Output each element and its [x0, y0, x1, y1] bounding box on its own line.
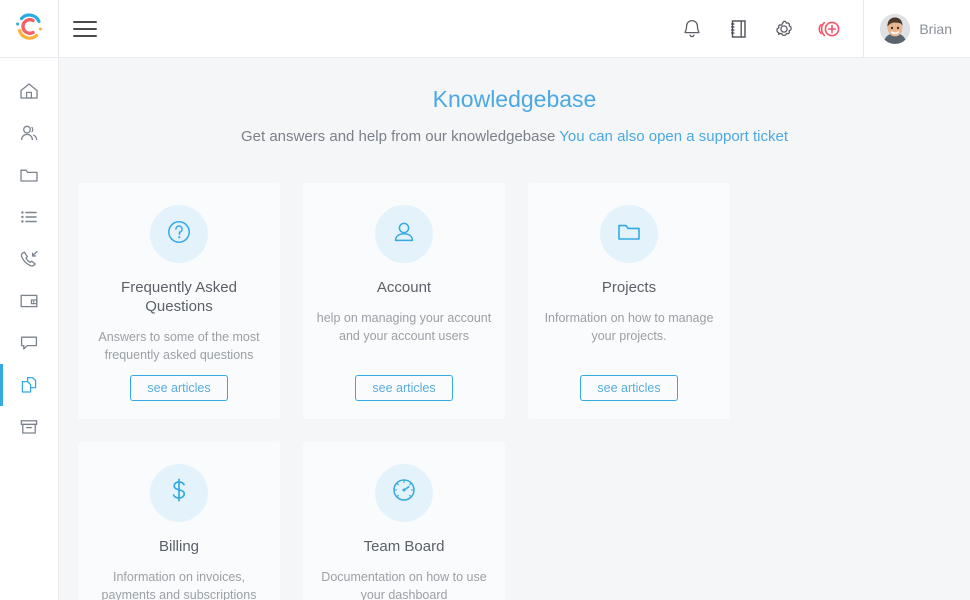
see-articles-button[interactable]: see articles: [355, 374, 453, 401]
wallet-icon: [17, 289, 41, 313]
list-icon: [17, 205, 41, 229]
card-description: help on managing your account and your a…: [316, 310, 492, 343]
hamburger-menu-button[interactable]: [59, 0, 111, 57]
top-bar-icon-group: [679, 0, 863, 57]
body-row: Knowledgebase Get answers and help from …: [0, 58, 970, 600]
sidebar-item-calls[interactable]: [0, 238, 58, 280]
hamburger-menu-icon: [73, 20, 97, 37]
gear-icon[interactable]: [771, 16, 797, 42]
speedometer-icon: [389, 475, 419, 510]
card-billing[interactable]: Billing Information on invoices, payment…: [78, 441, 280, 600]
dollar-sign-icon: [164, 475, 194, 510]
sidebar-item-tasks[interactable]: [0, 196, 58, 238]
top-bar-spacer: [111, 0, 679, 57]
card-description: Information on how to manage your projec…: [544, 310, 714, 343]
chat-icon: [17, 331, 41, 355]
see-articles-button[interactable]: see articles: [580, 374, 678, 401]
sidebar-item-home[interactable]: [0, 70, 58, 112]
page-title: Knowledgebase: [432, 86, 597, 112]
card-icon-wrap: [150, 463, 208, 522]
sidebar: [0, 58, 59, 600]
sidebar-item-contacts[interactable]: [0, 112, 58, 154]
home-icon: [17, 79, 41, 103]
card-title: Team Board: [363, 537, 445, 555]
bell-icon[interactable]: [679, 16, 705, 42]
user-menu[interactable]: Brian: [863, 0, 970, 57]
new-call-icon[interactable]: [817, 16, 843, 42]
folder-icon: [614, 217, 644, 252]
archive-icon: [17, 415, 41, 439]
see-articles-button[interactable]: see articles: [130, 374, 228, 401]
company-logo: [12, 9, 46, 48]
question-mark-circle-icon: [164, 217, 194, 252]
card-faq[interactable]: Frequently Asked Questions Answers to so…: [78, 183, 280, 419]
contacts-icon: [17, 121, 41, 145]
user-name: Brian: [919, 20, 952, 37]
support-ticket-link[interactable]: You can also open a support ticket: [559, 128, 788, 145]
knowledgebase-card-grid: Frequently Asked Questions Answers to so…: [59, 145, 970, 600]
sidebar-item-knowledgebase[interactable]: [0, 364, 58, 406]
card-projects[interactable]: Projects Information on how to manage yo…: [528, 183, 730, 419]
card-title: Account: [376, 279, 432, 296]
card-title: Frequently Asked Questions: [121, 279, 237, 315]
sidebar-item-messages[interactable]: [0, 322, 58, 364]
card-description: Answers to some of the most frequently a…: [98, 329, 260, 362]
card-icon-wrap: [150, 205, 208, 263]
page-subtitle-text: Get answers and help from our knowledgeb…: [240, 128, 560, 145]
card-icon-wrap: [375, 463, 433, 522]
card-title: Projects: [601, 279, 657, 296]
card-icon-wrap: [600, 205, 658, 263]
logo-cell[interactable]: [0, 0, 59, 57]
page-subtitle: Get answers and help from our knowledgeb…: [59, 128, 970, 145]
phone-incoming-icon: [17, 247, 41, 271]
documents-icon: [17, 373, 41, 397]
top-bar: Brian: [0, 0, 970, 58]
folder-icon: [17, 163, 41, 187]
user-icon: [389, 217, 419, 252]
card-account[interactable]: Account help on managing your account an…: [303, 183, 505, 419]
card-icon-wrap: [375, 205, 433, 263]
app-window: Brian Knowledgebase Get answers and help…: [0, 0, 970, 600]
card-title: Billing: [158, 537, 200, 555]
sidebar-item-billing[interactable]: [0, 280, 58, 322]
card-description: Information on invoices, payments and su…: [101, 569, 257, 600]
card-team-board[interactable]: Team Board Documentation on how to use y…: [303, 441, 505, 600]
card-description: Documentation on how to use your dashboa…: [321, 569, 487, 600]
main-content: Knowledgebase Get answers and help from …: [59, 58, 970, 600]
avatar: [880, 13, 911, 44]
notebook-icon[interactable]: [725, 16, 751, 42]
sidebar-item-archive[interactable]: [0, 406, 58, 448]
sidebar-item-projects[interactable]: [0, 154, 58, 196]
